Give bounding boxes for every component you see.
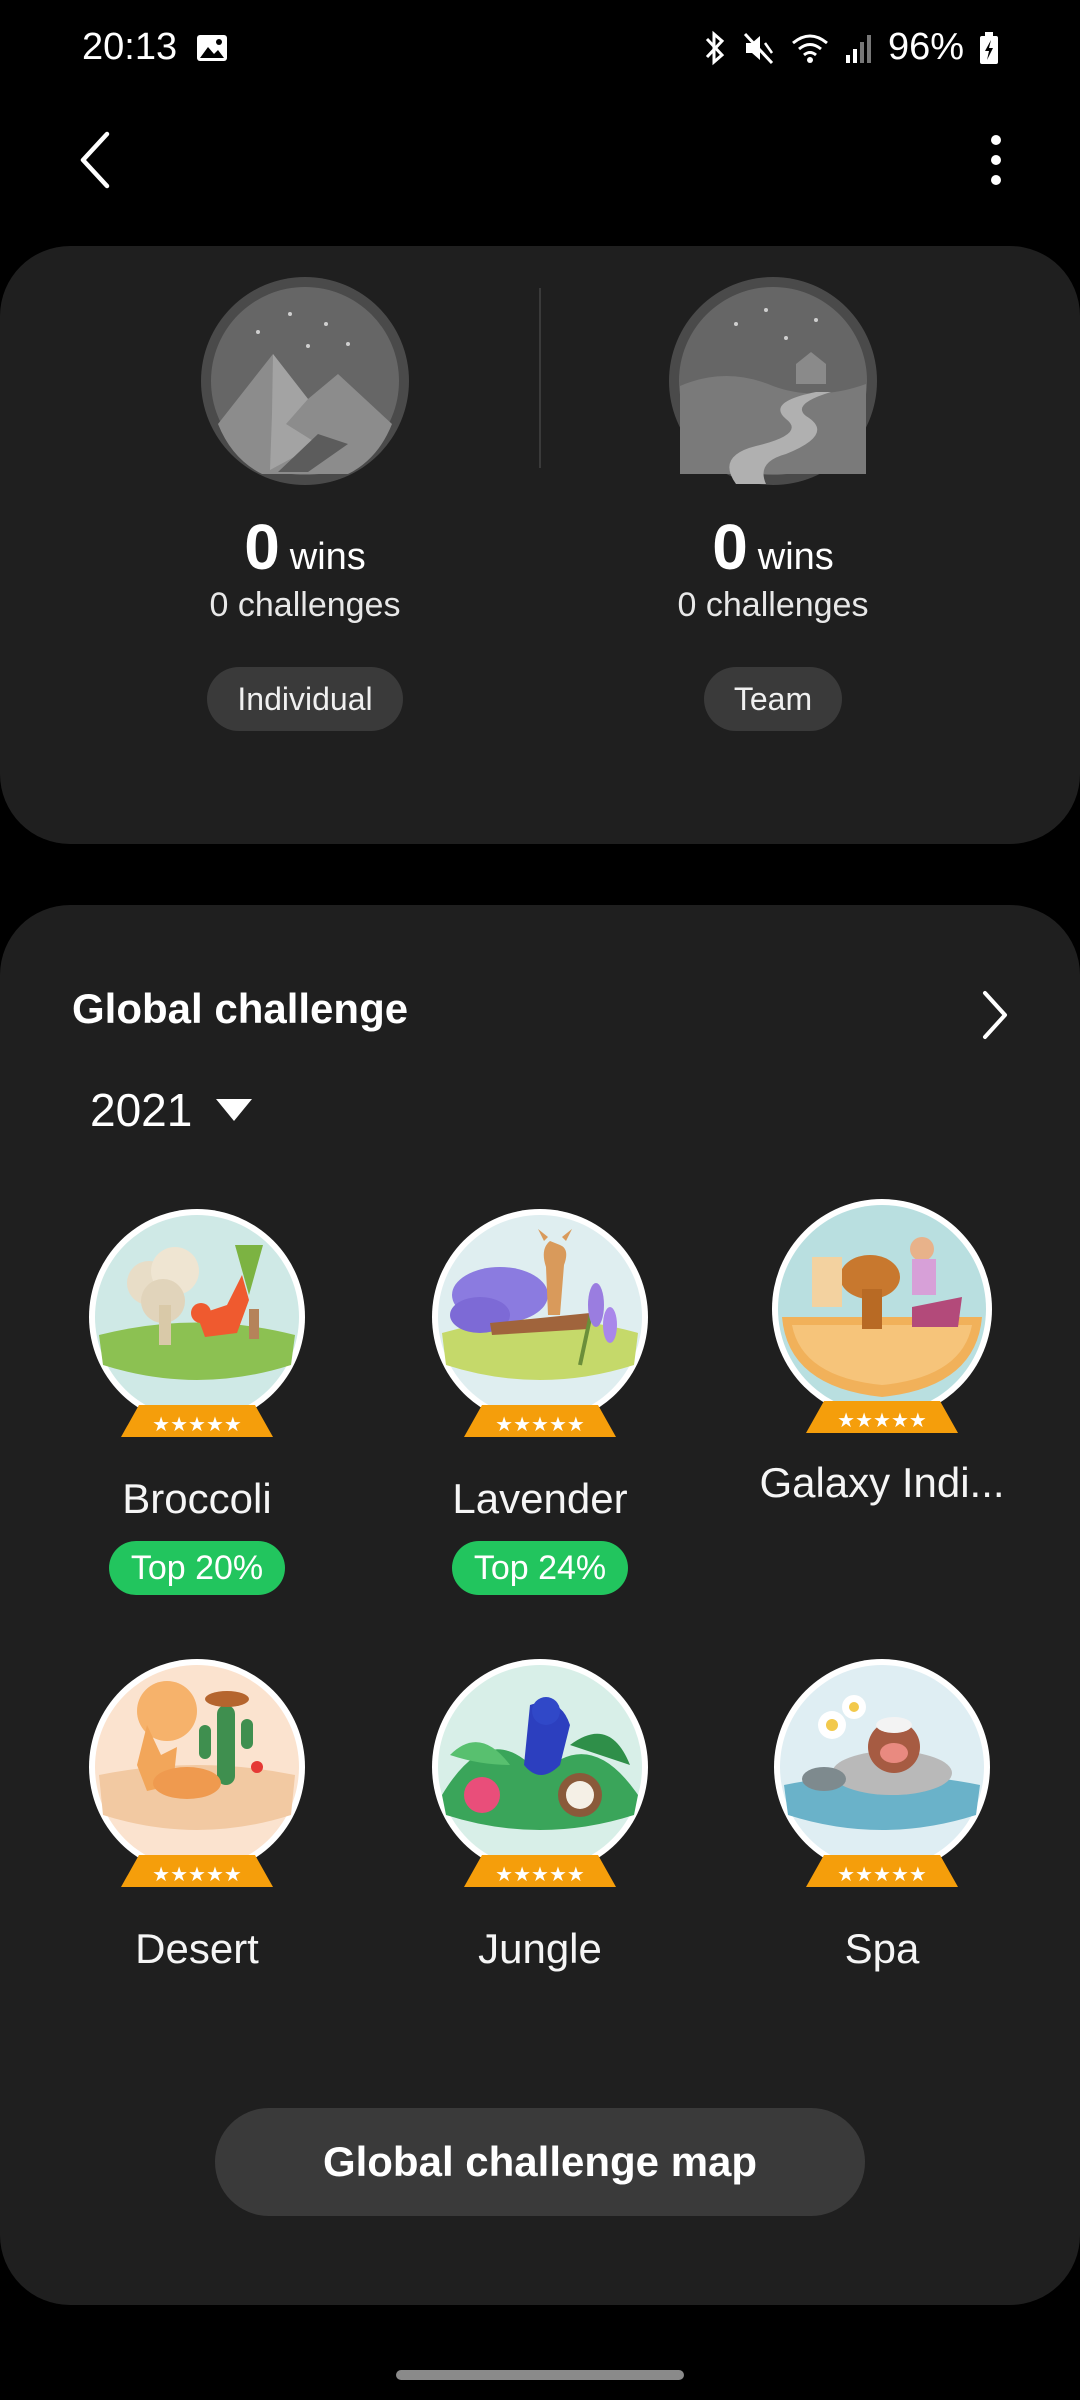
team-wins-label: wins xyxy=(757,536,834,578)
team-challenges-count: 0 challenges xyxy=(677,586,869,624)
gallery-notification-icon xyxy=(197,35,227,61)
badge-desert[interactable]: ★★★★★ Desert xyxy=(32,1655,362,1973)
dropdown-triangle-icon xyxy=(216,1099,253,1121)
badge-lavender[interactable]: ★★★★★ Lavender Top 24% xyxy=(375,1205,705,1595)
svg-text:★★★★★: ★★★★★ xyxy=(495,1862,585,1886)
badge-jungle[interactable]: ★★★★★ Jungle xyxy=(375,1655,705,1973)
badge-name: Jungle xyxy=(478,1925,602,1972)
badge-rank: Top 24% xyxy=(451,1541,629,1595)
svg-text:★★★★★: ★★★★★ xyxy=(837,1862,927,1886)
individual-wins-label: wins xyxy=(289,536,366,578)
global-challenge-card: Global challenge 2021 ★★★★★ Broccoli Top… xyxy=(0,905,1080,2305)
individual-wins-count: 0 xyxy=(244,511,280,583)
wifi-icon xyxy=(791,34,828,63)
svg-text:★★★★★: ★★★★★ xyxy=(152,1862,242,1886)
bluetooth-icon xyxy=(705,30,725,65)
svg-text:★★★★★: ★★★★★ xyxy=(495,1412,585,1436)
status-bar: 20:13 96% xyxy=(0,0,1080,100)
individual-mountain-emblem-icon xyxy=(201,277,409,485)
individual-stats: 0 wins 0 challenges Individual xyxy=(95,274,515,731)
svg-text:★★★★★: ★★★★★ xyxy=(837,1408,927,1432)
individual-wins: 0 wins xyxy=(95,510,515,583)
individual-challenges-count: 0 challenges xyxy=(209,586,401,624)
galaxy-india-globe-icon: ★★★★★ xyxy=(772,1199,992,1433)
lavender-globe-icon: ★★★★★ xyxy=(432,1209,648,1437)
more-vertical-icon xyxy=(991,135,1001,185)
team-type-chip[interactable]: Team xyxy=(703,667,843,731)
badge-rank: Top 20% xyxy=(108,1541,286,1595)
badge-name: Desert xyxy=(135,1925,259,1972)
badge-name: Galaxy Indi... xyxy=(759,1459,1005,1506)
year-dropdown[interactable]: 2021 xyxy=(90,1083,253,1137)
back-arrow-icon xyxy=(80,131,110,189)
chevron-right-icon xyxy=(983,991,1007,1039)
badge-name: Broccoli xyxy=(122,1475,272,1522)
global-challenge-map-button[interactable]: Global challenge map xyxy=(215,2108,865,2216)
year-value: 2021 xyxy=(90,1084,193,1136)
status-icons: 96% xyxy=(702,26,1000,69)
badge-galaxy-indian[interactable]: ★★★★★ Galaxy Indi... xyxy=(717,1197,1047,1507)
global-challenge-more-button[interactable] xyxy=(960,975,1030,1055)
badge-name: Lavender xyxy=(452,1475,628,1522)
stats-divider xyxy=(539,288,541,468)
team-wins-count: 0 xyxy=(712,511,748,583)
team-wins: 0 wins xyxy=(563,510,983,583)
status-time: 20:13 xyxy=(82,26,178,68)
battery-charging-icon xyxy=(980,31,998,64)
challenge-stats-card: 0 wins 0 challenges Individual 0 wins 0 … xyxy=(0,246,1080,844)
home-indicator[interactable] xyxy=(396,2370,684,2380)
jungle-globe-icon: ★★★★★ xyxy=(432,1659,648,1887)
desert-globe-icon: ★★★★★ xyxy=(89,1659,305,1887)
spa-globe-icon: ★★★★★ xyxy=(774,1659,990,1887)
mute-icon xyxy=(743,32,774,64)
battery-percent: 96% xyxy=(887,26,964,68)
individual-type-chip[interactable]: Individual xyxy=(207,667,403,731)
badge-name: Spa xyxy=(844,1925,920,1972)
team-road-emblem-icon xyxy=(669,277,877,485)
badge-broccoli[interactable]: ★★★★★ Broccoli Top 20% xyxy=(32,1205,362,1595)
svg-text:★★★★★: ★★★★★ xyxy=(152,1412,242,1436)
badge-spa[interactable]: ★★★★★ Spa xyxy=(717,1655,1047,1973)
team-stats: 0 wins 0 challenges Team xyxy=(563,274,983,731)
signal-icon xyxy=(845,34,871,63)
more-options-button[interactable] xyxy=(956,120,1036,200)
back-button[interactable] xyxy=(60,120,130,200)
global-challenge-title[interactable]: Global challenge xyxy=(72,985,408,1033)
broccoli-globe-icon: ★★★★★ xyxy=(89,1209,305,1437)
